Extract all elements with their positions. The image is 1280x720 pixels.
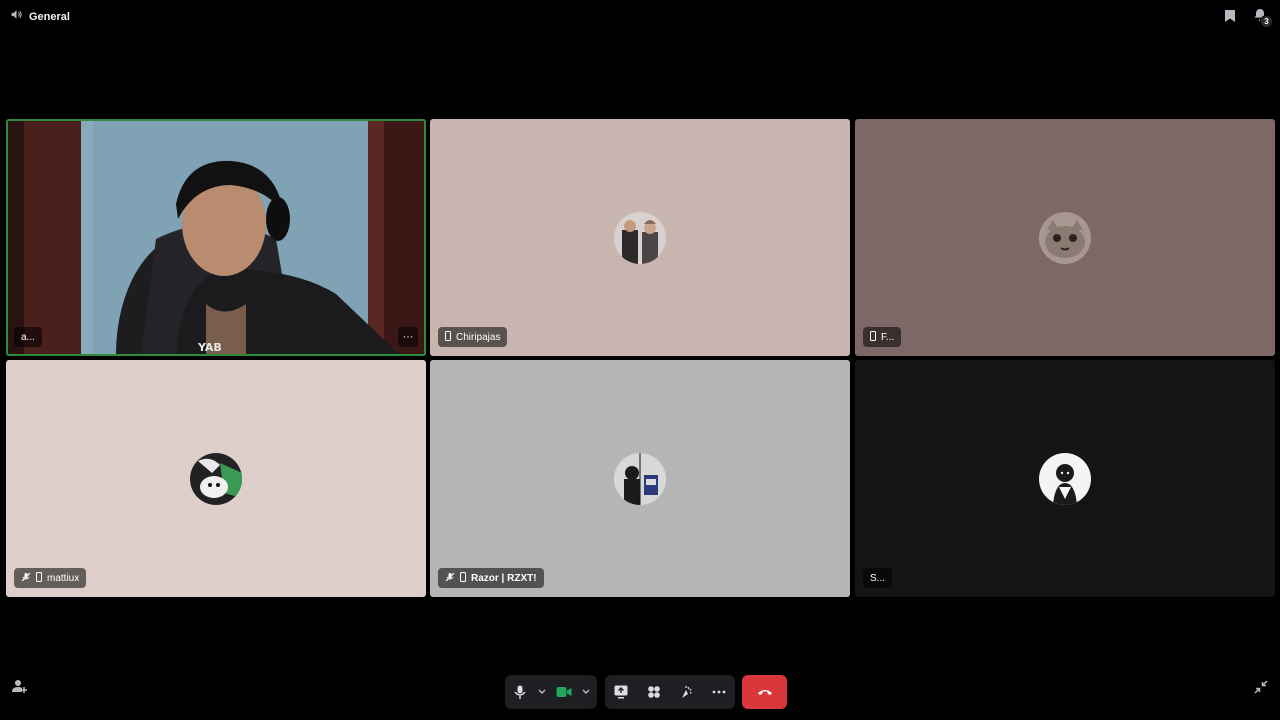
activity-count-badge: 3 xyxy=(1260,15,1273,28)
participant-name-tag: a... xyxy=(14,327,42,347)
participant-tile[interactable]: mattiux xyxy=(6,360,426,597)
call-header: General 3 xyxy=(0,0,1280,32)
soundboard-icon xyxy=(682,686,692,698)
participant-tile[interactable]: Razor | RZXT! xyxy=(430,360,850,597)
microphone-icon xyxy=(514,685,526,699)
muted-mic-icon xyxy=(21,572,31,585)
svg-text:YAB: YAB xyxy=(197,341,222,354)
camera-button[interactable] xyxy=(549,675,579,709)
mobile-icon xyxy=(445,330,451,344)
participant-name: mattiux xyxy=(47,572,80,584)
tile-more-button[interactable]: ··· xyxy=(398,327,418,347)
microphone-options-button[interactable] xyxy=(535,675,549,709)
chevron-down-icon xyxy=(538,689,546,694)
disconnect-button[interactable] xyxy=(742,675,787,709)
participant-name-tag: Razor | RZXT! xyxy=(438,568,544,588)
participant-name: a... xyxy=(21,331,35,343)
participant-name-tag: S... xyxy=(863,568,893,588)
participant-tile[interactable]: S... xyxy=(855,360,1275,597)
mobile-icon xyxy=(870,330,876,344)
participant-name: F... xyxy=(881,331,895,343)
participant-name-tag: Chiripajas xyxy=(438,327,508,347)
avatar xyxy=(614,452,666,505)
avatar xyxy=(1039,211,1091,264)
mobile-icon xyxy=(36,571,42,585)
call-controls xyxy=(0,675,1280,709)
screenshare-button[interactable] xyxy=(605,675,637,709)
activity-group xyxy=(605,675,735,709)
mic-camera-group xyxy=(505,675,597,709)
exit-fullscreen-button[interactable] xyxy=(1254,680,1268,699)
participant-name: Chiripajas xyxy=(456,331,501,343)
channel-header[interactable]: General xyxy=(10,8,70,26)
participant-tile-video[interactable]: YAB a... ··· xyxy=(6,119,426,356)
participant-video-feed: YAB xyxy=(6,119,426,356)
participant-tile[interactable]: Chiripajas xyxy=(430,119,850,356)
more-icon xyxy=(712,690,726,694)
activities-icon xyxy=(647,686,660,698)
microphone-button[interactable] xyxy=(505,675,535,709)
participant-name-tag: F... xyxy=(863,327,902,347)
chevron-down-icon xyxy=(582,689,590,694)
speaker-icon xyxy=(10,8,23,26)
collapse-icon xyxy=(1254,680,1268,694)
avatar xyxy=(614,211,666,264)
camera-icon xyxy=(556,687,572,697)
camera-options-button[interactable] xyxy=(579,675,593,709)
bookmark-icon[interactable] xyxy=(1224,9,1236,23)
participant-name: Razor | RZXT! xyxy=(471,572,537,584)
avatar xyxy=(1039,452,1091,505)
add-person-icon xyxy=(12,680,27,693)
invite-button[interactable] xyxy=(11,678,27,699)
participant-name: S... xyxy=(870,572,886,584)
activities-button[interactable] xyxy=(638,675,670,709)
avatar xyxy=(190,452,242,505)
screenshare-icon xyxy=(614,685,628,699)
activity-button[interactable]: 3 xyxy=(1252,7,1273,28)
participant-name-tag: mattiux xyxy=(14,568,87,588)
participant-tile[interactable]: F... xyxy=(855,119,1275,356)
more-icon: ··· xyxy=(402,330,414,343)
muted-mic-icon xyxy=(445,572,455,585)
hangup-icon xyxy=(757,690,772,695)
channel-name: General xyxy=(29,11,70,23)
mobile-icon xyxy=(460,571,466,585)
more-options-button[interactable] xyxy=(703,675,735,709)
soundboard-button[interactable] xyxy=(670,675,702,709)
